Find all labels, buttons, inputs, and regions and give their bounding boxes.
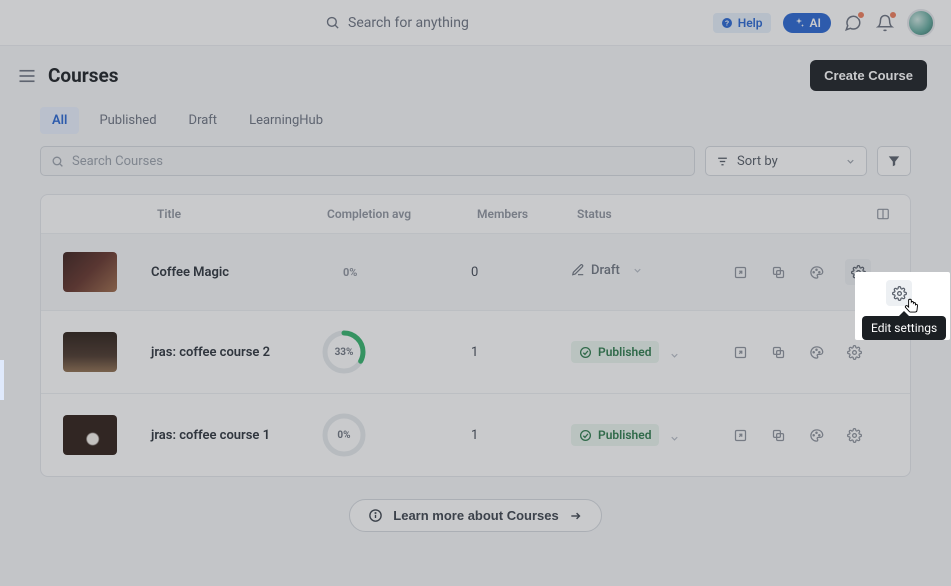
search-icon: [325, 15, 340, 30]
chevron-down-icon: [669, 350, 680, 361]
status-badge[interactable]: Draft: [571, 263, 643, 278]
global-search-placeholder: Search for anything: [348, 15, 469, 31]
filter-icon: [887, 154, 901, 168]
hamburger-icon: [18, 69, 36, 83]
open-button[interactable]: [731, 343, 749, 361]
col-members: Members: [471, 207, 571, 221]
tab-draft[interactable]: Draft: [177, 107, 230, 134]
table-row[interactable]: jras: coffee course 1 0% 1 Published: [41, 393, 910, 476]
page-title: Courses: [48, 64, 119, 87]
col-status: Status: [571, 207, 731, 221]
col-title: Title: [151, 207, 321, 221]
completion-donut: 33%: [321, 329, 367, 375]
design-button[interactable]: [807, 426, 825, 444]
search-icon: [51, 155, 64, 168]
pencil-icon: [571, 263, 585, 277]
design-button[interactable]: [807, 343, 825, 361]
columns-icon: [876, 207, 890, 221]
layout-toggle[interactable]: [870, 207, 910, 221]
global-search[interactable]: Search for anything: [325, 15, 469, 31]
copy-icon: [771, 428, 786, 443]
search-placeholder: Search Courses: [72, 154, 163, 169]
duplicate-button[interactable]: [769, 263, 787, 281]
members-count: 0: [471, 265, 571, 280]
check-circle-icon: [579, 346, 592, 359]
check-circle-icon: [579, 429, 592, 442]
cursor-pointer-icon: [903, 296, 921, 316]
learn-more-wrap: Learn more about Courses: [0, 477, 951, 548]
arrow-right-icon: [569, 509, 583, 523]
copy-icon: [771, 265, 786, 280]
members-count: 1: [471, 428, 571, 443]
info-icon: [368, 508, 383, 523]
status-badge[interactable]: Published: [571, 341, 659, 363]
completion-donut: 0%: [321, 412, 367, 458]
sort-icon: [716, 155, 729, 168]
left-accent: [0, 360, 4, 400]
unread-dot: [857, 11, 865, 19]
table-header: Title Completion avg Members Status: [41, 195, 910, 233]
avatar[interactable]: [907, 9, 935, 37]
page-header: Courses Create Course: [0, 46, 951, 99]
svg-text:?: ?: [725, 20, 729, 27]
open-icon: [733, 345, 748, 360]
course-thumbnail: [63, 332, 117, 372]
table-row[interactable]: jras: coffee course 2 33% 1 Published: [41, 310, 910, 393]
sort-dropdown[interactable]: Sort by: [705, 146, 867, 176]
completion-value: 0%: [321, 266, 357, 279]
topbar: Search for anything ? Help AI: [0, 0, 951, 46]
sparkle-icon: [793, 17, 805, 29]
members-count: 1: [471, 345, 571, 360]
palette-icon: [809, 265, 824, 280]
tab-all[interactable]: All: [40, 107, 79, 134]
ai-button[interactable]: AI: [783, 13, 831, 33]
open-button[interactable]: [731, 263, 749, 281]
tab-published[interactable]: Published: [87, 107, 168, 134]
course-thumbnail: [63, 252, 117, 292]
duplicate-button[interactable]: [769, 426, 787, 444]
search-input[interactable]: Search Courses: [40, 146, 695, 176]
settings-button[interactable]: [845, 426, 863, 444]
filter-button[interactable]: [877, 146, 911, 176]
course-thumbnail: [63, 415, 117, 455]
learn-more-button[interactable]: Learn more about Courses: [349, 499, 601, 532]
settings-button[interactable]: [845, 343, 863, 361]
palette-icon: [809, 428, 824, 443]
open-icon: [733, 428, 748, 443]
course-title: jras: coffee course 2: [151, 345, 321, 360]
sort-label: Sort by: [737, 154, 778, 169]
copy-icon: [771, 345, 786, 360]
open-button[interactable]: [731, 426, 749, 444]
gear-icon: [847, 428, 862, 443]
menu-toggle[interactable]: [18, 69, 36, 83]
notifications-button[interactable]: [875, 13, 895, 33]
col-completion: Completion avg: [321, 207, 471, 221]
tooltip-edit-settings: Edit settings: [862, 316, 946, 340]
course-title: Coffee Magic: [151, 265, 321, 280]
tab-learninghub[interactable]: LearningHub: [237, 107, 335, 134]
chevron-down-icon: [845, 156, 856, 167]
gear-icon: [847, 345, 862, 360]
tabs: All Published Draft LearningHub: [0, 99, 951, 134]
table-row[interactable]: Coffee Magic 0% 0 Draft: [41, 233, 910, 310]
chevron-down-icon: [669, 433, 680, 444]
status-badge[interactable]: Published: [571, 424, 659, 446]
design-button[interactable]: [807, 263, 825, 281]
duplicate-button[interactable]: [769, 343, 787, 361]
open-icon: [733, 265, 748, 280]
help-icon: ?: [721, 17, 733, 29]
chevron-down-icon: [632, 265, 643, 276]
filter-row: Search Courses Sort by: [0, 134, 951, 176]
messages-button[interactable]: [843, 13, 863, 33]
palette-icon: [809, 345, 824, 360]
unread-dot: [889, 11, 897, 19]
courses-table: Title Completion avg Members Status Coff…: [40, 194, 911, 477]
course-title: jras: coffee course 1: [151, 428, 321, 443]
create-course-button[interactable]: Create Course: [810, 60, 927, 91]
help-button[interactable]: ? Help: [713, 13, 771, 33]
